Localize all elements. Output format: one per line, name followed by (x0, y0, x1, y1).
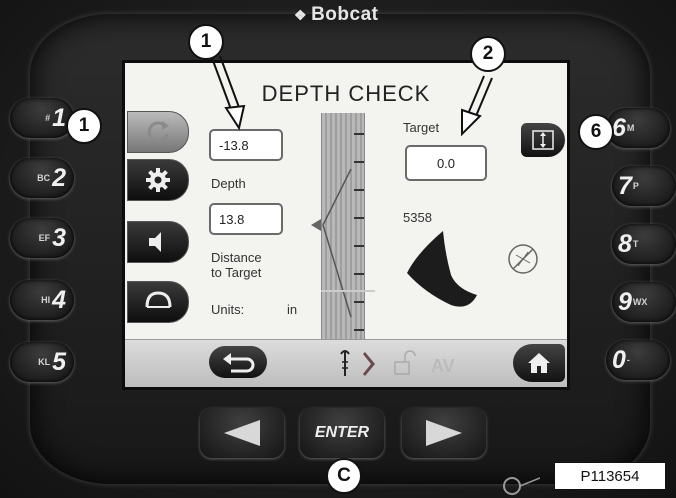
callout-1-key: 1 (66, 108, 102, 144)
callout-2-target: 2 (470, 36, 506, 72)
callout-1-depth: 1 (188, 24, 224, 60)
figure-id: P113654 (554, 462, 666, 490)
callout-c-enter: C (326, 458, 362, 494)
callout-1-arrowhead (224, 104, 246, 131)
callout-6-key: 6 (578, 114, 614, 150)
callout-arrows (211, 55, 493, 137)
